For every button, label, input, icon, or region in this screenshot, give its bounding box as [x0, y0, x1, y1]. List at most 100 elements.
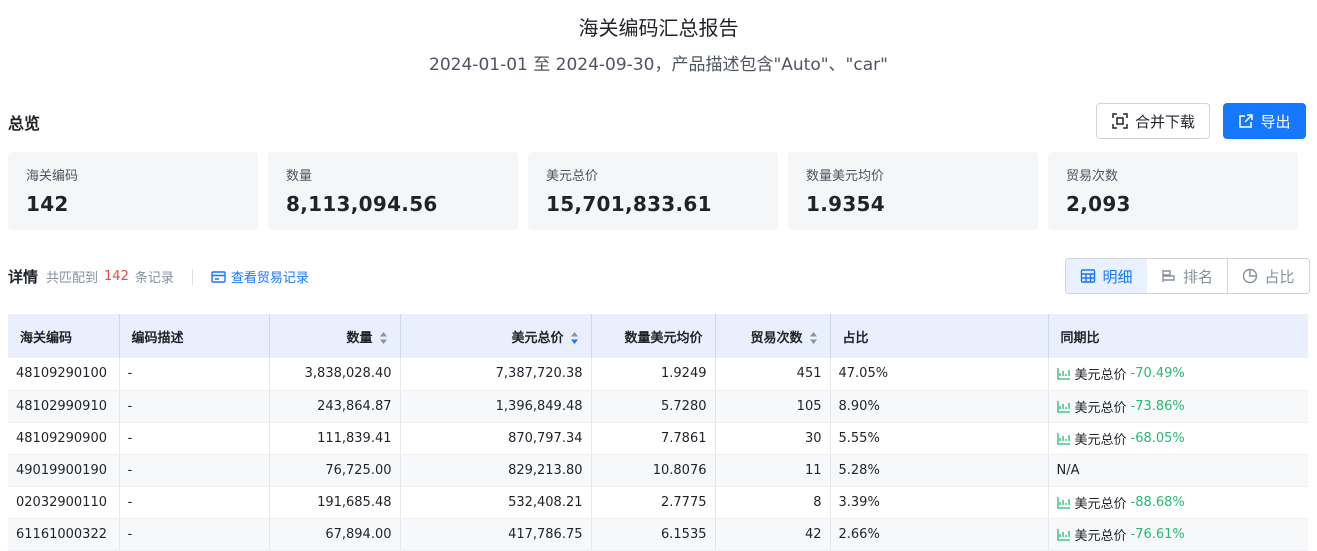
cell-usd-total: 870,797.34	[400, 422, 592, 455]
match-prefix: 共匹配到	[46, 271, 99, 286]
cell-yoy[interactable]: 美元总价 -76.61%	[1048, 518, 1308, 551]
stat-card-value: 15,701,833.61	[546, 192, 712, 216]
overview-heading: 总览	[8, 114, 41, 133]
col-header-share: 占比	[830, 314, 1049, 358]
cell-trades: 451	[715, 358, 831, 391]
sort-icon[interactable]	[809, 331, 818, 345]
cell-desc: -	[119, 358, 270, 391]
stat-card-label: 数量美元均价	[806, 169, 885, 184]
merge-download-label: 合并下载	[1134, 112, 1195, 131]
match-count: 142	[104, 269, 129, 284]
table-row[interactable]: 61161000322-67,894.00 417,786.75 6.1535 42 2…	[8, 518, 1308, 551]
cell-trades: 8	[715, 486, 831, 519]
table-header-row: 海关编码 编码描述 数量 美元总价 数量美元均价 贸易次数 占比 同期比	[8, 314, 1308, 358]
table-icon	[1081, 269, 1096, 283]
col-header-label: 海关编码	[20, 330, 73, 346]
cell-desc: -	[119, 486, 270, 519]
cell-quantity: 67,894.00	[269, 518, 401, 551]
view-trades-link[interactable]: 查看贸易记录	[211, 267, 309, 286]
match-suffix: 条记录	[134, 271, 174, 286]
cell-avg-price: 1.9249	[591, 358, 716, 391]
cell-desc: -	[119, 422, 270, 455]
cell-quantity: 76,725.00	[269, 454, 401, 487]
col-header-label: 同期比	[1060, 330, 1100, 346]
cell-yoy[interactable]: 美元总价 -73.86%	[1048, 390, 1308, 423]
cell-trades: 11	[715, 454, 831, 487]
cell-yoy[interactable]: 美元总价 -70.49%	[1048, 358, 1308, 391]
stat-card-label: 海关编码	[26, 169, 79, 184]
yoy-label: 美元总价	[1074, 368, 1127, 384]
pie-chart-icon	[1243, 268, 1258, 284]
export-icon	[1239, 114, 1254, 128]
view-trades-label: 查看贸易记录	[230, 271, 309, 286]
cell-desc: -	[119, 518, 270, 551]
yoy-value: -73.86%	[1130, 398, 1185, 414]
col-header-label: 美元总价	[511, 330, 564, 346]
cell-desc: -	[119, 390, 270, 423]
cell-share: 3.39%	[830, 486, 1049, 519]
report-subtitle: 2024-01-01 至 2024-09-30，产品描述包含"Auto"、"ca…	[429, 55, 888, 75]
col-header-label: 数量美元均价	[624, 330, 703, 346]
yoy-label: 美元总价	[1074, 496, 1127, 512]
trend-chart-icon	[1056, 496, 1070, 509]
stat-card-value: 2,093	[1066, 192, 1131, 216]
view-share-button[interactable]: 占比	[1228, 259, 1309, 293]
view-toggle: 明细 排名 占比	[1065, 258, 1310, 294]
trend-chart-icon	[1056, 528, 1070, 541]
stat-card-label: 美元总价	[546, 169, 599, 184]
view-share-label: 占比	[1264, 267, 1295, 286]
stat-card-code: 海关编码 142	[8, 152, 258, 230]
cell-share: 8.90%	[830, 390, 1049, 423]
cell-usd-total: 417,786.75	[400, 518, 592, 551]
table-row[interactable]: 48109290100-3,838,028.40 7,387,720.38 1.92…	[8, 358, 1308, 391]
cell-desc: -	[119, 454, 270, 487]
cell-code: 48102990910	[8, 390, 120, 423]
view-detail-button[interactable]: 明细	[1066, 259, 1148, 293]
cell-share: 5.28%	[830, 454, 1049, 487]
cell-share: 5.55%	[830, 422, 1049, 455]
cell-code: 49019900190	[8, 454, 120, 487]
cell-code: 48109290100	[8, 358, 120, 391]
table-body: 48109290100-3,838,028.40 7,387,720.38 1.92…	[8, 358, 1308, 551]
col-header-code: 海关编码	[8, 314, 120, 358]
stat-card-trades: 贸易次数 2,093	[1048, 152, 1298, 230]
table-row[interactable]: 48109290900-111,839.41 870,797.34 7.7861 30…	[8, 422, 1308, 455]
cell-avg-price: 5.7280	[591, 390, 716, 423]
col-header-quantity[interactable]: 数量	[269, 314, 401, 358]
yoy-value: N/A	[1056, 462, 1080, 478]
sort-icon[interactable]	[379, 331, 388, 345]
table-row[interactable]: 02032900110-191,685.48 532,408.21 2.7775 8 3…	[8, 486, 1308, 519]
trend-chart-icon	[1056, 400, 1070, 413]
cell-trades: 105	[715, 390, 831, 423]
table-row[interactable]: 49019900190-76,725.00 829,213.80 10.8076 11…	[8, 454, 1308, 487]
view-ranking-button[interactable]: 排名	[1147, 259, 1228, 293]
sort-desc-icon[interactable]	[570, 331, 579, 345]
yoy-value: -68.05%	[1130, 430, 1185, 446]
trend-chart-icon	[1056, 368, 1070, 380]
overview-cards: 海关编码 142 数量 8,113,094.56 美元总价 15,701,833…	[8, 152, 1298, 230]
yoy-label: 美元总价	[1074, 432, 1127, 448]
cell-usd-total: 7,387,720.38	[400, 358, 592, 391]
cell-usd-total: 1,396,849.48	[400, 390, 592, 423]
view-detail-label: 明细	[1102, 267, 1133, 286]
details-heading: 详情	[8, 268, 39, 286]
yoy-value: -70.49%	[1130, 366, 1185, 382]
col-header-label: 数量	[346, 330, 373, 346]
col-header-label: 占比	[842, 330, 869, 346]
cell-avg-price: 7.7861	[591, 422, 716, 455]
export-button[interactable]: 导出	[1223, 103, 1306, 139]
yoy-label: 美元总价	[1074, 400, 1127, 416]
ranking-icon	[1162, 270, 1175, 282]
yoy-label: 美元总价	[1074, 528, 1127, 544]
table-row[interactable]: 48102990910-243,864.87 1,396,849.48 5.7280…	[8, 390, 1308, 423]
trade-record-icon	[211, 270, 226, 283]
col-header-avg-price: 数量美元均价	[591, 314, 716, 358]
col-header-usd-total[interactable]: 美元总价	[400, 314, 592, 358]
col-header-trades[interactable]: 贸易次数	[715, 314, 831, 358]
cell-yoy[interactable]: 美元总价 -68.05%	[1048, 422, 1308, 455]
cell-yoy[interactable]: 美元总价 -88.68%	[1048, 486, 1308, 519]
cell-usd-total: 532,408.21	[400, 486, 592, 519]
stat-card-value: 8,113,094.56	[286, 192, 438, 216]
merge-download-button[interactable]: 合并下载	[1096, 103, 1210, 139]
cell-code: 48109290900	[8, 422, 120, 455]
